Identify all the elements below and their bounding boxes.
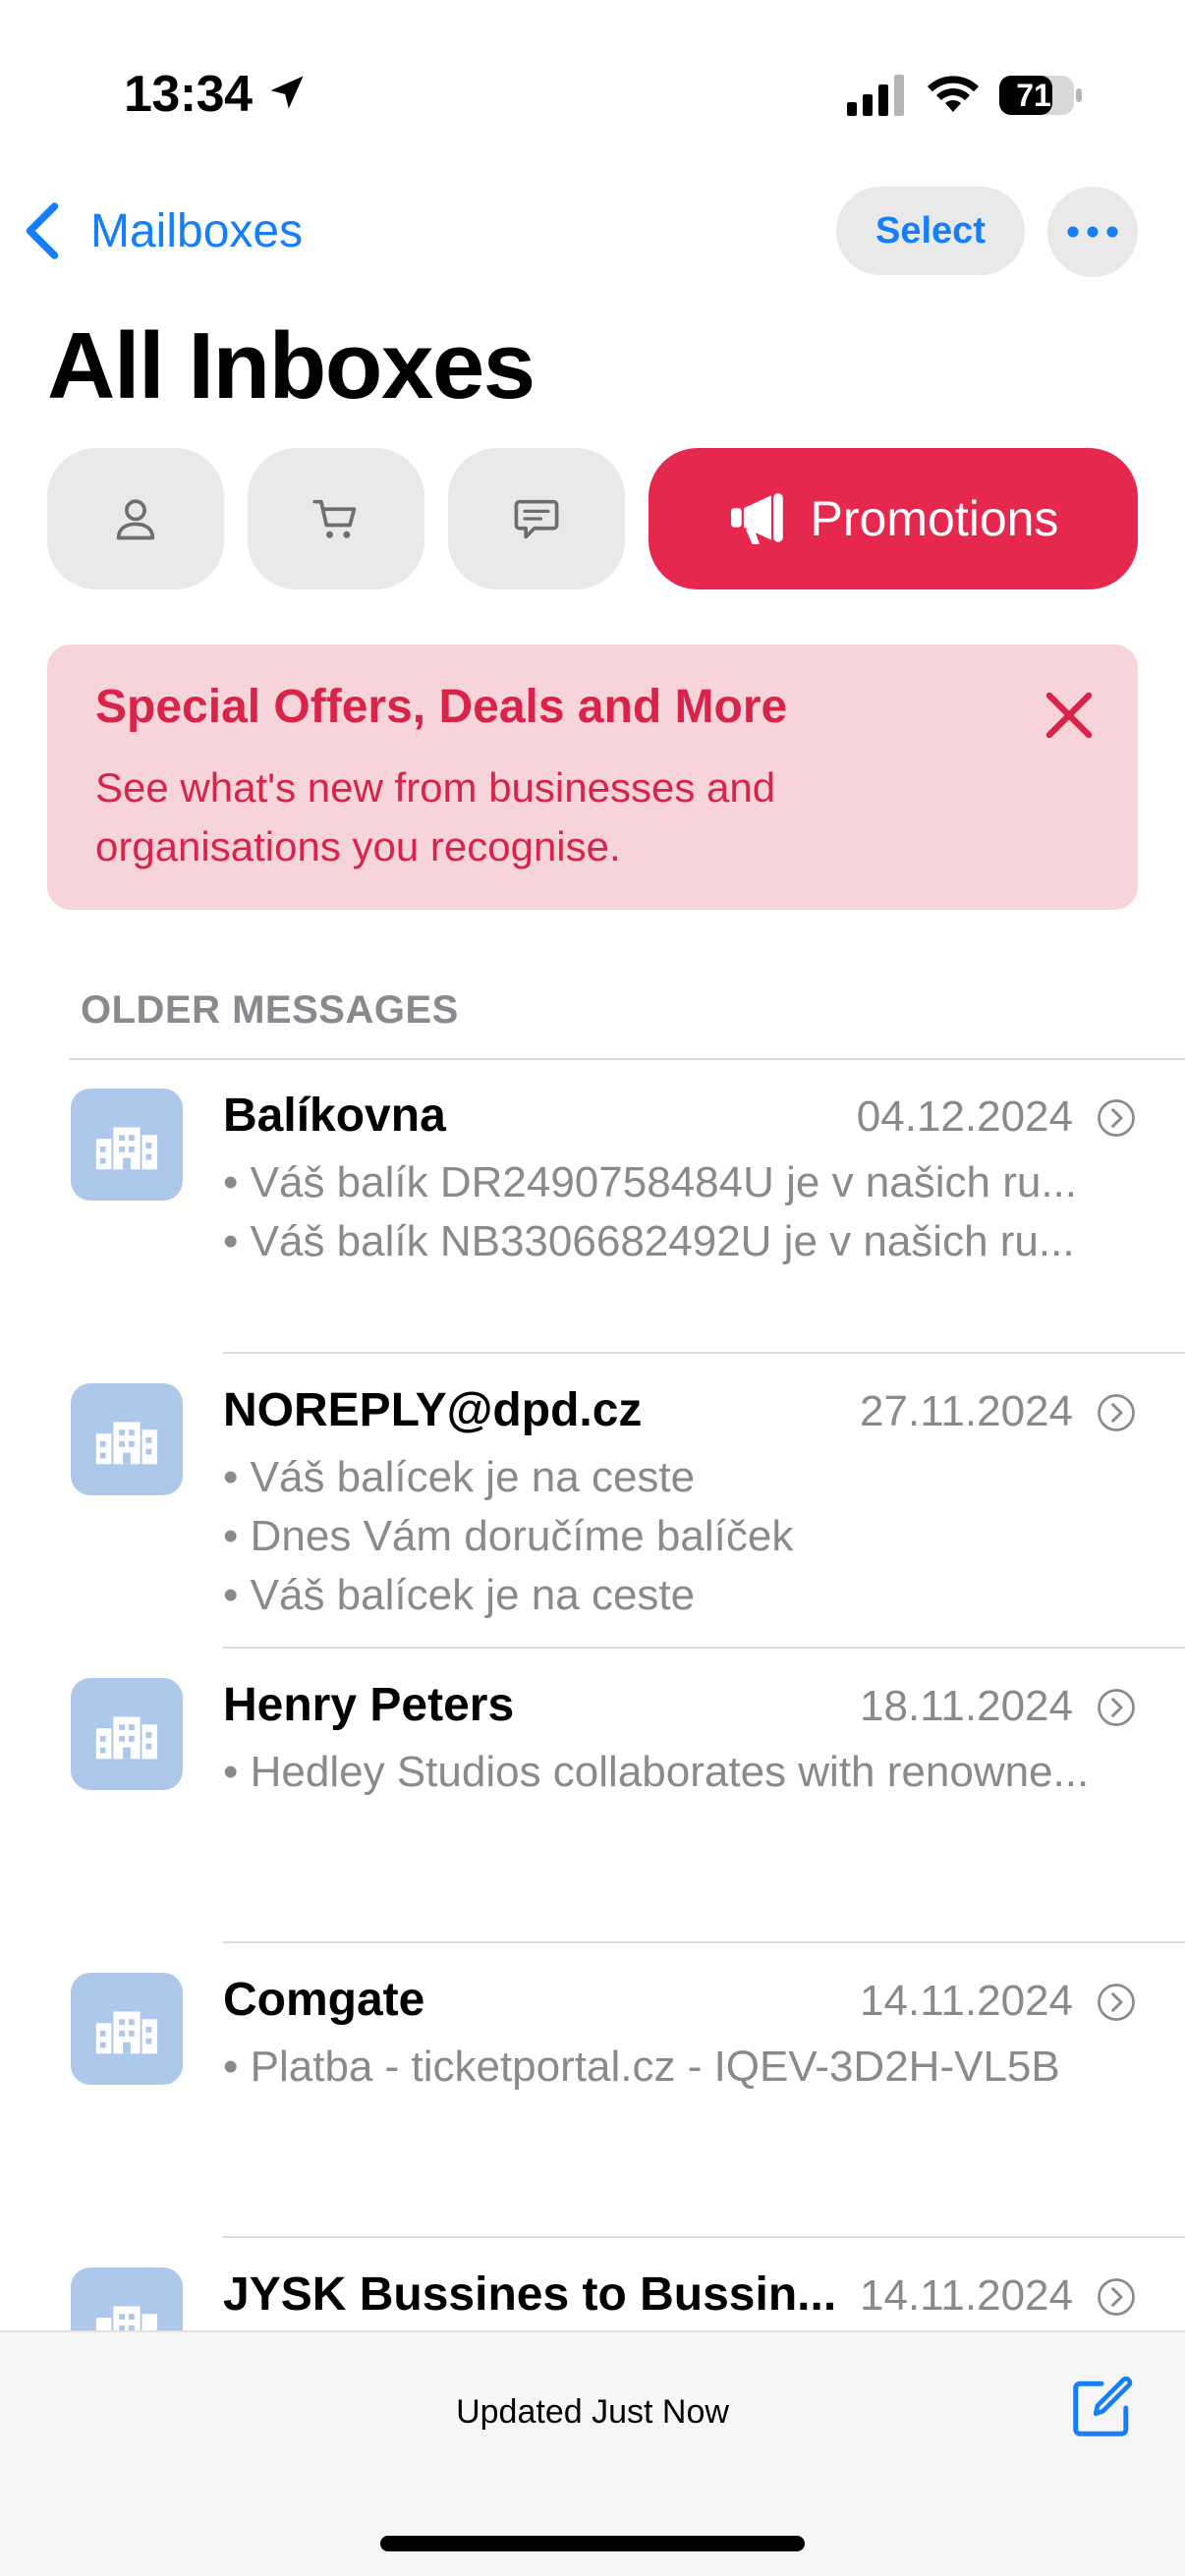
section-header: OLDER MESSAGES (81, 988, 459, 1032)
avatar (71, 1973, 183, 2085)
chevron-right-circle-icon[interactable] (1097, 1098, 1136, 1138)
person-icon (116, 499, 155, 540)
chevron-right-circle-icon[interactable] (1097, 1983, 1136, 2022)
avatar (71, 1383, 183, 1495)
message-sender: NOREPLY@dpd.cz (223, 1384, 643, 1436)
category-tab-updates[interactable] (448, 448, 625, 589)
building-icon (95, 1422, 158, 1465)
message-row[interactable]: Henry Peters 18.11.2024 • Hedley Studios… (0, 1649, 1185, 1943)
summary-line: • Váš balícek je na ceste (223, 1453, 696, 1501)
chevron-right-circle-icon[interactable] (1097, 1393, 1136, 1432)
message-summary: • Hedley Studios collaborates with renow… (223, 1743, 1127, 1802)
select-button[interactable]: Select (836, 187, 1025, 275)
message-sender: JYSK Bussines to Bussin... (223, 2268, 837, 2321)
location-arrow-icon (270, 76, 304, 109)
message-row[interactable]: NOREPLY@dpd.cz 27.11.2024 • Váš balícek … (0, 1354, 1185, 1649)
chevron-left-icon (26, 202, 59, 259)
status-bar: 13:34 71 (0, 0, 1185, 187)
ellipsis-icon (1067, 226, 1118, 238)
summary-line: • Váš balícek je na ceste (223, 1571, 696, 1619)
message-date: 14.11.2024 (860, 2271, 1073, 2320)
summary-line: • Platba - ticketportal.cz - IQEV-3D2H-V… (223, 2043, 1060, 2091)
message-summary: • Váš balícek je na ceste • Dnes Vám dor… (223, 1448, 1127, 1625)
page-title: All Inboxes (47, 313, 536, 419)
category-tab-primary[interactable] (47, 448, 224, 589)
status-time: 13:34 (124, 66, 253, 123)
back-label: Mailboxes (90, 204, 304, 257)
wifi-icon (928, 76, 979, 112)
promotions-label: Promotions (810, 491, 1059, 546)
category-tab-promotions[interactable]: Promotions (649, 448, 1138, 589)
cart-icon (312, 499, 357, 538)
category-tab-transactions[interactable] (248, 448, 424, 589)
megaphone-icon (730, 493, 783, 544)
update-status: Updated Just Now (456, 2393, 729, 2431)
battery-level: 71 (1016, 78, 1051, 113)
banner-text: See what's new from businesses and organ… (95, 764, 776, 869)
building-icon (95, 2011, 158, 2054)
avatar (71, 1678, 183, 1790)
chevron-right-circle-icon[interactable] (1097, 2277, 1136, 2317)
more-button[interactable] (1047, 187, 1138, 277)
message-summary: • Váš balík DR2490758484U je v našich ru… (223, 1153, 1127, 1271)
message-sender: Henry Peters (223, 1679, 515, 1731)
summary-line: • Váš balík NB3306682492U je v našich ru… (223, 1217, 1075, 1265)
message-sender: Comgate (223, 1974, 425, 2026)
message-date: 18.11.2024 (860, 1682, 1073, 1730)
message-date: 14.11.2024 (860, 1977, 1073, 2025)
building-icon (95, 1127, 158, 1170)
message-summary: • Platba - ticketportal.cz - IQEV-3D2H-V… (223, 2038, 1127, 2097)
message-sender: Balíkovna (223, 1090, 446, 1142)
banner-title: Special Offers, Deals and More (95, 681, 788, 733)
back-to-mailboxes-button[interactable]: Mailboxes (22, 196, 303, 265)
home-indicator[interactable] (380, 2536, 805, 2551)
message-date: 04.12.2024 (856, 1092, 1073, 1141)
message-date: 27.11.2024 (860, 1387, 1073, 1435)
avatar (71, 1089, 183, 1201)
compose-icon[interactable] (1067, 2374, 1136, 2442)
close-icon[interactable] (1040, 686, 1099, 745)
promotions-info-banner: Special Offers, Deals and More See what'… (47, 644, 1138, 910)
cellular-signal-icon (847, 75, 904, 116)
mail-screen: 13:34 71 Mailboxes Select All Inboxes Pr… (0, 0, 1185, 2576)
chat-bubble-icon (514, 499, 559, 539)
message-row[interactable]: Comgate 14.11.2024 • Platba - ticketport… (0, 1943, 1185, 2238)
summary-line: • Dnes Vám doručíme balíček (223, 1512, 794, 1560)
building-icon (95, 1716, 158, 1760)
summary-line: • Hedley Studios collaborates with renow… (223, 1748, 1090, 1796)
summary-line: • Váš balík DR2490758484U je v našich ru… (223, 1158, 1077, 1206)
chevron-right-circle-icon[interactable] (1097, 1688, 1136, 1727)
message-row[interactable]: Balíkovna 04.12.2024 • Váš balík DR24907… (0, 1059, 1185, 1354)
